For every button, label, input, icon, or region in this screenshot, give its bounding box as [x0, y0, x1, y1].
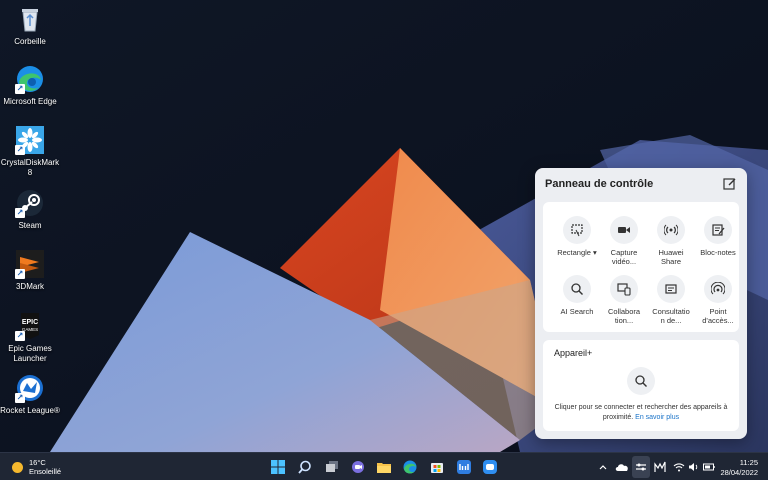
devices-title: Appareil+ [554, 348, 593, 358]
crystaldiskmark-icon: ↗ [15, 125, 45, 155]
device-search-button[interactable] [627, 367, 655, 395]
shortcut-arrow-icon: ↗ [15, 208, 25, 218]
weather-widget[interactable]: 16°C Ensoleillé [12, 458, 61, 476]
edit-icon[interactable] [723, 177, 737, 191]
edge-icon: ↗ [15, 64, 45, 94]
tile-hotspot[interactable]: Point d'accès... [696, 275, 740, 325]
desktop-icon-label: Corbeille [14, 37, 46, 46]
desktop-icon-label: Microsoft Edge [3, 97, 57, 106]
desktop-icon-label: Rocket League® [0, 406, 60, 415]
desktop-icon-epic-games[interactable]: EPIC GAMES ↗ Epic Games Launcher [0, 311, 60, 364]
screenshot-rectangle-icon [563, 216, 591, 244]
tile-ai-search[interactable]: AI Search [555, 275, 599, 316]
control-panel-flyout: Panneau de contrôle Rectangle ▾ Capture … [535, 168, 747, 439]
tile-consultation[interactable]: Consultatio n de... [649, 275, 693, 325]
wifi-icon[interactable] [672, 460, 686, 474]
learn-more-link[interactable]: En savoir plus [635, 414, 679, 421]
collaboration-icon [610, 275, 638, 303]
desktop-icon-edge[interactable]: ↗ Microsoft Edge [0, 64, 60, 107]
tile-label: AI Search [560, 307, 594, 316]
desktop-icon-crystaldiskmark[interactable]: ↗ CrystalDiskMark 8 [0, 125, 60, 178]
chevron-up-icon[interactable] [596, 460, 610, 474]
tile-rectangle-screenshot[interactable]: Rectangle ▾ [555, 216, 599, 257]
audio-icon[interactable] [653, 460, 667, 474]
search-icon[interactable] [296, 458, 314, 476]
devices-description: Cliquer pour se connecter et rechercher … [549, 403, 733, 423]
tile-label: Huawei Share [658, 248, 684, 266]
devices-card: Appareil+ Cliquer pour se connecter et r… [543, 340, 739, 431]
shortcut-arrow-icon: ↗ [15, 84, 25, 94]
tile-label: Point d'accès... [702, 307, 734, 325]
desktop-icon-label: Steam [18, 221, 42, 230]
store-icon[interactable] [428, 458, 446, 476]
tile-huawei-share[interactable]: Huawei Share [649, 216, 693, 266]
desktop-icon-label: CrystalDiskMark 8 [0, 158, 60, 177]
edge-icon[interactable] [401, 458, 419, 476]
panel-title: Panneau de contrôle [545, 178, 654, 190]
battery-icon[interactable] [702, 460, 716, 474]
shortcut-arrow-icon: ↗ [15, 393, 25, 403]
tile-notepad[interactable]: Bloc-notes [696, 216, 740, 257]
shortcut-arrow-icon: ↗ [15, 145, 25, 155]
search-icon [563, 275, 591, 303]
sunny-icon [12, 461, 23, 473]
notepad-icon [704, 216, 732, 244]
hotspot-icon [704, 275, 732, 303]
epic-games-icon: EPIC GAMES ↗ [15, 311, 45, 341]
desktop-icon-recycle-bin[interactable]: Corbeille [0, 4, 60, 47]
shortcut-arrow-icon: ↗ [15, 331, 25, 341]
desktop-icon-rocket-league[interactable]: ↗ Rocket League® [0, 373, 60, 416]
windows-start-icon[interactable] [269, 458, 287, 476]
3dmark-icon: ↗ [15, 249, 45, 279]
control-panel-icon[interactable] [634, 460, 648, 474]
volume-icon[interactable] [687, 460, 701, 474]
weather-text: 16°C Ensoleillé [29, 458, 61, 476]
huawei-share-icon [657, 216, 685, 244]
weather-condition: Ensoleillé [29, 467, 62, 476]
tile-label: Collabora tion... [607, 307, 641, 325]
tile-label: Bloc-notes [700, 248, 736, 257]
taskbar-clock[interactable]: 11:25 28/04/2022 [720, 458, 758, 478]
desktop-icon-label: 3DMark [15, 282, 44, 291]
steam-icon: ↗ [15, 188, 45, 218]
consultation-icon [657, 275, 685, 303]
tile-collaboration[interactable]: Collabora tion... [602, 275, 646, 325]
tile-video-capture[interactable]: Capture vidéo... [602, 216, 646, 266]
chat-icon[interactable] [481, 458, 499, 476]
desktop-icon-3dmark[interactable]: ↗ 3DMark [0, 249, 60, 292]
tile-label: Capture vidéo... [610, 248, 638, 266]
clock-date: 28/04/2022 [720, 468, 758, 477]
svg-text:EPIC: EPIC [22, 319, 38, 326]
desktop-icon-steam[interactable]: ↗ Steam [0, 188, 60, 231]
video-capture-icon [610, 216, 638, 244]
task-view-icon[interactable] [323, 458, 341, 476]
taskbar: 16°C Ensoleillé 11:25 28/04/2022 [0, 452, 768, 480]
clock-time: 11:25 [739, 458, 758, 467]
quick-settings-card: Rectangle ▾ Capture vidéo... Huawei Shar… [543, 202, 739, 332]
shortcut-arrow-icon: ↗ [15, 269, 25, 279]
huawei-pc-manager-icon[interactable] [455, 458, 473, 476]
weather-temperature: 16°C [29, 458, 46, 467]
search-icon [635, 375, 647, 387]
tile-label: Consultatio n de... [652, 307, 690, 325]
tile-label: Rectangle ▾ [557, 248, 597, 257]
file-explorer-icon[interactable] [375, 458, 393, 476]
teams-chat-icon[interactable] [349, 458, 367, 476]
recycle-bin-icon [15, 4, 45, 34]
desktop-icon-label: Epic Games Launcher [8, 344, 52, 363]
onedrive-icon[interactable] [615, 460, 629, 474]
rocket-league-icon: ↗ [15, 373, 45, 403]
